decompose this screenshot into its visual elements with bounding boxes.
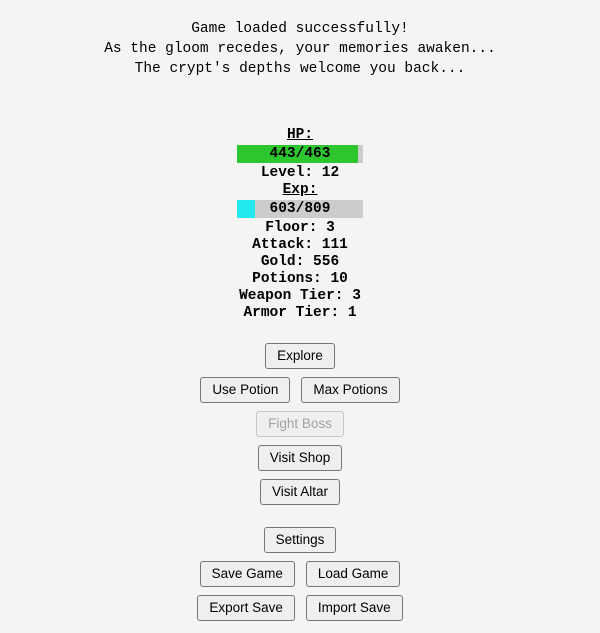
exp-label: Exp: <box>282 182 318 198</box>
explore-row: Explore <box>265 343 335 369</box>
visit-altar-button[interactable]: Visit Altar <box>259 479 340 505</box>
altar-row: Visit Altar <box>259 479 340 505</box>
game-message-line-2: As the gloom recedes, your memories awak… <box>104 41 496 57</box>
use-potion-button[interactable]: Use Potion <box>200 377 291 403</box>
fight-boss-button: Fight Boss <box>256 411 344 437</box>
game-message: Game loaded successfully! As the gloom r… <box>104 19 496 79</box>
stat-potions: Potions: 10 <box>252 271 348 287</box>
boss-row: Fight Boss <box>256 411 344 437</box>
save-load-row: Save Game Load Game <box>199 561 401 587</box>
load-game-button[interactable]: Load Game <box>305 561 401 587</box>
stat-attack: Attack: 111 <box>252 237 348 253</box>
export-import-row: Export Save Import Save <box>197 595 403 621</box>
shop-row: Visit Shop <box>257 445 343 471</box>
stat-floor: Floor: 3 <box>265 220 335 236</box>
potion-row: Use Potion Max Potions <box>200 377 400 403</box>
export-save-button[interactable]: Export Save <box>197 595 295 621</box>
hp-bar: 443/463 <box>237 145 363 163</box>
game-message-line-1: Game loaded successfully! <box>191 21 409 37</box>
exp-bar: 603/809 <box>237 200 363 218</box>
exp-bar-value: 603/809 <box>269 201 331 217</box>
stat-gold: Gold: 556 <box>260 254 340 270</box>
game-screen: Game loaded successfully! As the gloom r… <box>0 0 600 633</box>
max-potions-button[interactable]: Max Potions <box>301 377 400 403</box>
stat-weapon-tier: Weapon Tier: 3 <box>239 288 361 304</box>
action-buttons: Explore Use Potion Max Potions Fight Bos… <box>197 343 403 629</box>
stats-panel: HP: 443/463 Level: 12 Exp: 603/809 Floor… <box>150 127 450 322</box>
import-save-button[interactable]: Import Save <box>305 595 403 621</box>
save-game-button[interactable]: Save Game <box>199 561 295 587</box>
explore-button[interactable]: Explore <box>265 343 335 369</box>
stat-level: Level: 12 <box>260 165 340 181</box>
settings-row: Settings <box>263 527 337 553</box>
game-message-line-3: The crypt's depths welcome you back... <box>134 61 466 77</box>
stat-armor-tier: Armor Tier: 1 <box>243 305 357 321</box>
hp-bar-value: 443/463 <box>269 146 331 162</box>
settings-button[interactable]: Settings <box>263 527 337 553</box>
hp-label: HP: <box>286 127 314 143</box>
visit-shop-button[interactable]: Visit Shop <box>257 445 343 471</box>
